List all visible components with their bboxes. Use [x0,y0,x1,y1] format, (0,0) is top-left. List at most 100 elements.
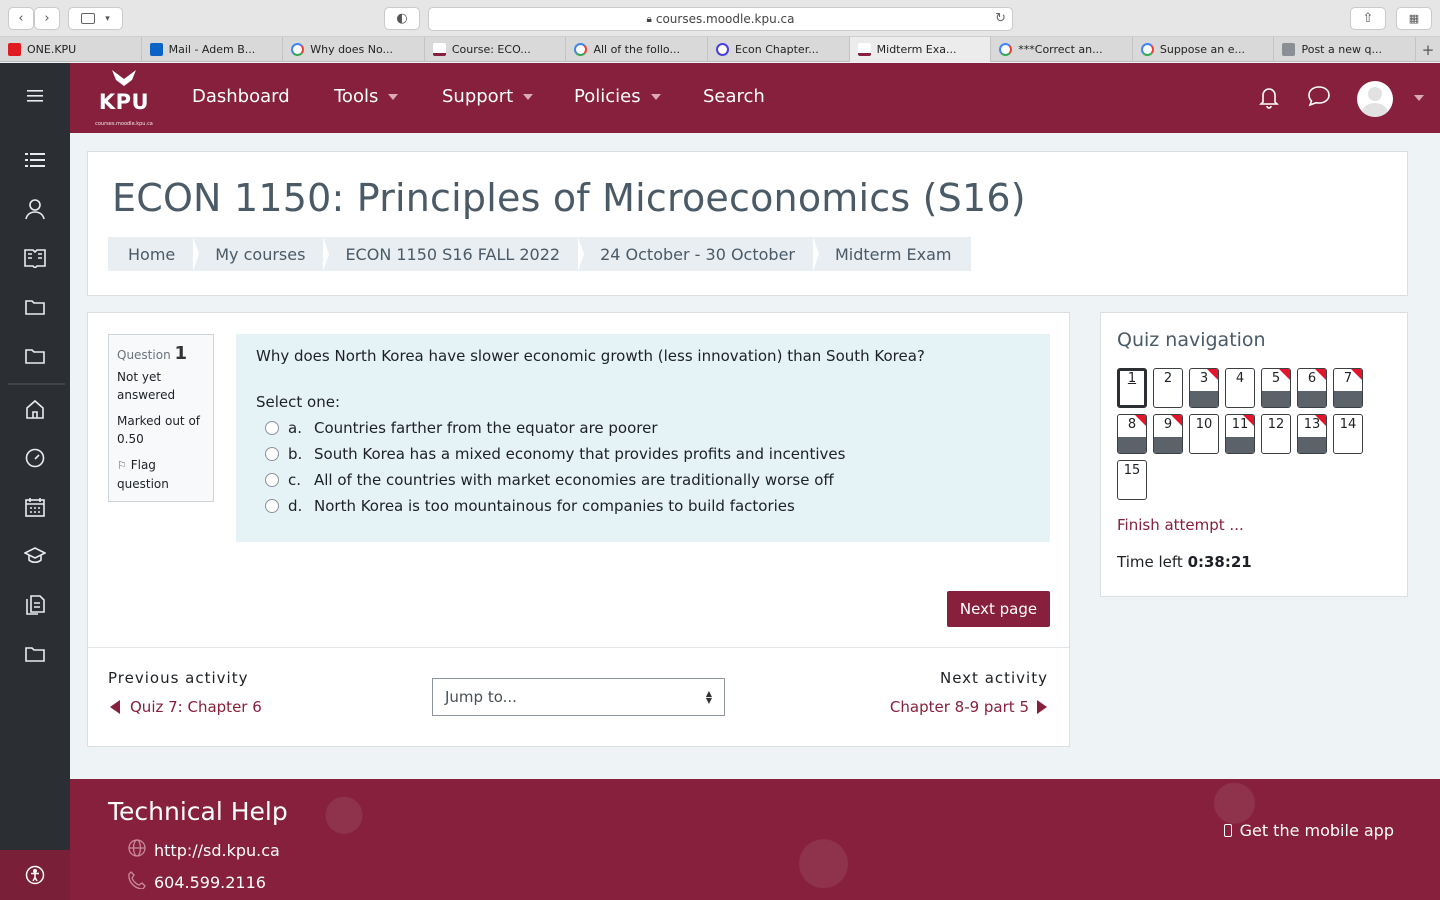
quiz-question-button[interactable]: 14 [1333,414,1363,454]
breadcrumb-item[interactable]: ECON 1150 S16 FALL 2022 [323,237,580,271]
quiz-question-button[interactable]: 1 [1117,368,1147,408]
kpu-logo[interactable]: KPU courses.moodle.kpu.ca [92,69,156,131]
answer-letter: d. [288,497,303,515]
reload-icon[interactable]: ↻ [995,11,1006,26]
breadcrumb-item[interactable]: 24 October - 30 October [578,237,815,271]
quiz-question-button[interactable]: 7 [1333,368,1363,408]
browser-tab[interactable]: Course: ECO... [425,37,567,62]
accessibility-button[interactable] [0,850,70,900]
list-icon[interactable] [22,147,48,173]
quiz-question-button[interactable]: 5 [1261,368,1291,408]
quiz-question-button[interactable]: 6 [1297,368,1327,408]
answer-option[interactable]: a. Countries farther from the equator are… [256,415,1030,441]
breadcrumb-item[interactable]: Midterm Exam [812,237,971,271]
google-favicon-icon [1140,43,1154,56]
home-icon[interactable] [22,396,48,422]
jump-to-select[interactable]: Jump to... ▲ ▼ [432,678,725,716]
next-activity-text: Chapter 8-9 part 5 [889,698,1029,716]
folder-icon[interactable] [22,641,48,667]
user-menu-caret-icon[interactable] [1414,95,1424,101]
graduation-cap-icon[interactable] [22,543,48,569]
new-tab-button[interactable]: + [1416,37,1440,62]
browser-tab[interactable]: All of the follo... [566,37,709,62]
quiz-question-button[interactable]: 4 [1225,368,1255,408]
nav-label: Support [442,86,514,107]
footer-phone[interactable]: 604.599.2116 [128,871,266,893]
footer-title: Technical Help [108,797,288,826]
arrow-right-icon [1037,700,1047,714]
url-bar[interactable]: 🔒︎ courses.moodle.kpu.ca ↻ [428,7,1013,31]
nav-dashboard[interactable]: Dashboard [192,86,290,107]
nav-policies[interactable]: Policies [574,86,661,107]
browser-tab[interactable]: ***Correct an... [991,37,1133,62]
browser-tab[interactable]: Suppose an e... [1133,37,1275,62]
quiz-question-number: 13 [1303,417,1321,432]
answer-option[interactable]: d. North Korea is too mountainous for com… [256,493,1030,519]
tab-overview-button[interactable]: ▦ [1396,7,1432,30]
flag-question-link[interactable]: ⚐ Flag question [117,456,205,493]
kpu-favicon-icon [857,43,871,56]
breadcrumb: Home My courses ECON 1150 S16 FALL 2022 24 … [108,237,972,271]
nav-label: Search [703,86,765,107]
chegg-favicon-icon [1282,43,1296,56]
privacy-shield-button[interactable]: ◐ [384,7,420,30]
question-label: Question [117,348,171,362]
quiz-question-number: 7 [1343,371,1353,386]
browser-tab[interactable]: ONE.KPU [0,37,142,62]
sidebar-toggle-button[interactable]: ▾ [68,7,123,30]
quiz-question-button[interactable]: 2 [1153,368,1183,408]
hamburger-menu-icon[interactable] [22,83,48,109]
answer-option[interactable]: b. South Korea has a mixed economy that p… [256,441,1030,467]
grades-book-icon[interactable] [22,245,48,271]
quiz-question-number: 6 [1307,371,1317,386]
answer-radio[interactable] [265,447,279,461]
quiz-question-button[interactable]: 3 [1189,368,1219,408]
calendar-icon[interactable] [22,494,48,520]
quiz-question-button[interactable]: 12 [1261,414,1291,454]
files-icon[interactable] [22,592,48,618]
folder-icon[interactable] [22,294,48,320]
messages-icon[interactable] [1307,85,1331,111]
question-text: Why does North Korea have slower economi… [256,347,925,365]
next-page-button[interactable]: Next page [947,591,1050,627]
quiz-question-button[interactable]: 10 [1189,414,1219,454]
folder-icon[interactable] [22,343,48,369]
answer-radio[interactable] [265,421,279,435]
browser-tab[interactable]: Why does No... [283,37,425,62]
nav-support[interactable]: Support [442,86,534,107]
browser-tab[interactable]: Econ Chapter... [708,37,850,62]
answer-radio[interactable] [265,499,279,513]
breadcrumb-item[interactable]: Home [108,237,195,271]
browser-tab-label: Suppose an e... [1159,43,1245,56]
quiz-question-number: 10 [1195,417,1213,432]
share-button[interactable]: ⇧ [1350,7,1386,30]
mobile-app-link[interactable]: Get the mobile app [1223,821,1394,840]
browser-tab[interactable]: Post a new q... [1274,37,1417,62]
participants-icon[interactable] [22,196,48,222]
footer-help-link[interactable]: http://sd.kpu.ca [128,839,280,861]
answer-radio[interactable] [265,473,279,487]
nav-search[interactable]: Search [703,86,765,107]
browser-tab[interactable]: Mail - Adem B... [142,37,284,62]
back-button[interactable]: ‹ [8,7,34,30]
bell-icon[interactable] [1259,85,1279,113]
top-navbar: KPU courses.moodle.kpu.ca Dashboard Tool… [70,63,1440,133]
answer-text: Countries farther from the equator are p… [314,419,658,437]
answer-option[interactable]: c. All of the countries with market econo… [256,467,1030,493]
dashboard-gauge-icon[interactable] [22,445,48,471]
quiz-question-button[interactable]: 9 [1153,414,1183,454]
browser-tab[interactable]: Midterm Exa... [849,37,992,62]
quiz-question-button[interactable]: 15 [1117,460,1147,500]
forward-button[interactable]: › [34,7,60,30]
finish-attempt-link[interactable]: Finish attempt ... [1117,516,1244,534]
nav-tools[interactable]: Tools [334,86,399,107]
quiz-question-number: 11 [1231,417,1249,432]
outlook-favicon-icon [149,43,163,56]
previous-activity-link[interactable]: Quiz 7: Chapter 6 [110,698,262,716]
next-activity-link[interactable]: Chapter 8-9 part 5 [890,698,1047,716]
quiz-question-button[interactable]: 8 [1117,414,1147,454]
user-avatar[interactable] [1357,81,1393,117]
quiz-question-button[interactable]: 11 [1225,414,1255,454]
breadcrumb-item[interactable]: My courses [193,237,325,271]
quiz-question-button[interactable]: 13 [1297,414,1327,454]
